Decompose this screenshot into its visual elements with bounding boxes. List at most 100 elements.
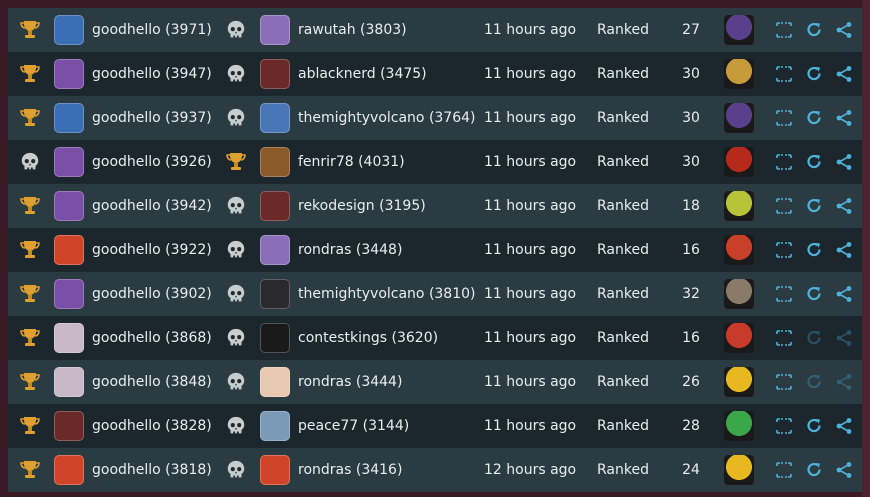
share-icon[interactable] bbox=[834, 228, 854, 272]
opponent-name[interactable]: rawutah (3803) bbox=[298, 8, 483, 52]
view-deck-icon[interactable] bbox=[774, 448, 794, 492]
share-icon[interactable] bbox=[834, 316, 854, 360]
view-deck-icon[interactable] bbox=[774, 404, 794, 448]
opponent-name[interactable]: ablacknerd (3475) bbox=[298, 52, 483, 96]
match-time: 11 hours ago bbox=[484, 198, 577, 214]
player-name[interactable]: goodhello (3937) bbox=[92, 96, 222, 140]
player-avatar[interactable] bbox=[54, 8, 84, 52]
match-mode: Ranked bbox=[597, 462, 649, 478]
view-deck-icon[interactable] bbox=[774, 228, 794, 272]
opponent-avatar[interactable] bbox=[260, 404, 290, 448]
turn-count: 16 bbox=[682, 330, 700, 346]
opponent-avatar[interactable] bbox=[260, 228, 290, 272]
player-avatar[interactable] bbox=[54, 228, 84, 272]
player-avatar[interactable] bbox=[54, 52, 84, 96]
opponent-avatar[interactable] bbox=[260, 96, 290, 140]
share-icon[interactable] bbox=[834, 8, 854, 52]
match-mode: Ranked bbox=[597, 286, 649, 302]
player-name[interactable]: goodhello (3942) bbox=[92, 184, 222, 228]
share-icon[interactable] bbox=[834, 360, 854, 404]
opponent-name[interactable]: contestkings (3620) bbox=[298, 316, 483, 360]
view-deck-icon[interactable] bbox=[774, 316, 794, 360]
share-icon[interactable] bbox=[834, 184, 854, 228]
player-name[interactable]: goodhello (3926) bbox=[92, 140, 222, 184]
player-avatar[interactable] bbox=[54, 96, 84, 140]
view-deck-icon[interactable] bbox=[774, 184, 794, 228]
replay-icon[interactable] bbox=[804, 404, 824, 448]
opponent-name[interactable]: rondras (3448) bbox=[298, 228, 483, 272]
player-name[interactable]: goodhello (3971) bbox=[92, 8, 222, 52]
match-mode: Ranked bbox=[597, 330, 649, 346]
opponent-name[interactable]: peace77 (3144) bbox=[298, 404, 483, 448]
trophy-icon bbox=[16, 360, 44, 404]
opponent-name[interactable]: rondras (3416) bbox=[298, 448, 483, 492]
match-row: goodhello (3922) rondras (3448) 11 hours… bbox=[8, 228, 862, 272]
view-deck-icon[interactable] bbox=[774, 272, 794, 316]
player-name[interactable]: goodhello (3902) bbox=[92, 272, 222, 316]
hero-portrait bbox=[724, 52, 756, 96]
player-avatar[interactable] bbox=[54, 404, 84, 448]
player-avatar[interactable] bbox=[54, 272, 84, 316]
replay-icon[interactable] bbox=[804, 448, 824, 492]
opponent-name[interactable]: rekodesign (3195) bbox=[298, 184, 483, 228]
replay-icon[interactable] bbox=[804, 272, 824, 316]
player-name[interactable]: goodhello (3922) bbox=[92, 228, 222, 272]
replay-icon[interactable] bbox=[804, 140, 824, 184]
opponent-avatar[interactable] bbox=[260, 140, 290, 184]
opponent-name[interactable]: themightyvolcano (3764) bbox=[298, 96, 483, 140]
replay-icon[interactable] bbox=[804, 360, 824, 404]
player-avatar[interactable] bbox=[54, 360, 84, 404]
player-name[interactable]: goodhello (3828) bbox=[92, 404, 222, 448]
replay-icon[interactable] bbox=[804, 184, 824, 228]
opponent-avatar[interactable] bbox=[260, 448, 290, 492]
match-mode: Ranked bbox=[597, 154, 649, 170]
player-name[interactable]: goodhello (3868) bbox=[92, 316, 222, 360]
skull-icon bbox=[16, 140, 44, 184]
share-icon[interactable] bbox=[834, 140, 854, 184]
share-icon[interactable] bbox=[834, 404, 854, 448]
match-row: goodhello (3926) fenrir78 (4031) 11 hour… bbox=[8, 140, 862, 184]
view-deck-icon[interactable] bbox=[774, 8, 794, 52]
view-deck-icon[interactable] bbox=[774, 140, 794, 184]
match-time: 11 hours ago bbox=[484, 66, 577, 82]
player-name[interactable]: goodhello (3848) bbox=[92, 360, 222, 404]
opponent-avatar[interactable] bbox=[260, 360, 290, 404]
view-deck-icon[interactable] bbox=[774, 96, 794, 140]
opponent-name[interactable]: rondras (3444) bbox=[298, 360, 483, 404]
share-icon[interactable] bbox=[834, 448, 854, 492]
replay-icon[interactable] bbox=[804, 228, 824, 272]
share-icon[interactable] bbox=[834, 52, 854, 96]
match-row: goodhello (3818) rondras (3416) 12 hours… bbox=[8, 448, 862, 492]
player-avatar[interactable] bbox=[54, 184, 84, 228]
scrollbar-track[interactable] bbox=[862, 0, 870, 497]
player-name[interactable]: goodhello (3947) bbox=[92, 52, 222, 96]
opponent-avatar[interactable] bbox=[260, 52, 290, 96]
player-avatar[interactable] bbox=[54, 140, 84, 184]
view-deck-icon[interactable] bbox=[774, 360, 794, 404]
match-mode: Ranked bbox=[597, 66, 649, 82]
player-avatar[interactable] bbox=[54, 448, 84, 492]
opponent-avatar[interactable] bbox=[260, 184, 290, 228]
player-avatar[interactable] bbox=[54, 316, 84, 360]
opponent-avatar[interactable] bbox=[260, 8, 290, 52]
opponent-name[interactable]: themightyvolcano (3810) bbox=[298, 272, 483, 316]
match-mode: Ranked bbox=[597, 110, 649, 126]
hero-portrait bbox=[724, 448, 756, 492]
share-icon[interactable] bbox=[834, 272, 854, 316]
opponent-name[interactable]: fenrir78 (4031) bbox=[298, 140, 483, 184]
view-deck-icon[interactable] bbox=[774, 52, 794, 96]
turn-count: 28 bbox=[682, 418, 700, 434]
opponent-avatar[interactable] bbox=[260, 316, 290, 360]
trophy-icon bbox=[16, 184, 44, 228]
replay-icon[interactable] bbox=[804, 8, 824, 52]
trophy-icon bbox=[16, 228, 44, 272]
replay-icon[interactable] bbox=[804, 52, 824, 96]
player-name[interactable]: goodhello (3818) bbox=[92, 448, 222, 492]
trophy-icon bbox=[16, 272, 44, 316]
match-time: 11 hours ago bbox=[484, 154, 577, 170]
skull-icon bbox=[222, 228, 250, 272]
replay-icon[interactable] bbox=[804, 96, 824, 140]
share-icon[interactable] bbox=[834, 96, 854, 140]
replay-icon[interactable] bbox=[804, 316, 824, 360]
opponent-avatar[interactable] bbox=[260, 272, 290, 316]
